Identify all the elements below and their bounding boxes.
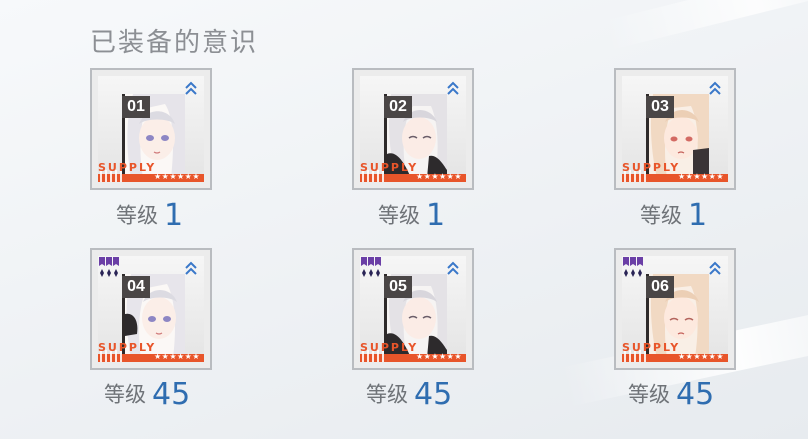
double-chevron-up-icon[interactable] [446,260,460,276]
star-rating: ★★★★★★ [677,352,724,361]
level-value: 1 [688,197,708,233]
supply-tag: SUPPLY [98,341,157,354]
star-rating: ★★★★★★ [153,172,200,181]
level-value: 45 [676,376,715,412]
level-display-2: 等级 1 [378,195,445,235]
level-label: 等级 [104,382,146,407]
level-label: 等级 [640,203,682,228]
memory-card-6[interactable]: 06 SUPPLY ★★★★★★ [614,248,736,370]
level-label: 等级 [378,203,420,228]
supply-tag: SUPPLY [360,341,419,354]
star-rating: ★★★★★★ [415,352,462,361]
level-label: 等级 [116,203,158,228]
card-body: 05 SUPPLY ★★★★★★ [360,256,466,362]
card-body: 04 SUPPLY ★★★★★★ [98,256,204,362]
memory-card-2[interactable]: 02 SUPPLY ★★★★★★ [352,68,474,190]
star-rating: ★★★★★★ [677,172,724,181]
level-display-4: 等级 45 [104,374,190,414]
card-body: 01 SUPPLY ★★★★★★ [98,76,204,182]
level-label: 等级 [628,382,670,407]
purple-rank-badge-icon [361,257,381,277]
memory-card-5[interactable]: 05 SUPPLY ★★★★★★ [352,248,474,370]
star-rating: ★★★★★★ [415,172,462,181]
level-display-5: 等级 45 [366,374,452,414]
level-value: 1 [426,197,446,233]
card-number: 03 [646,96,674,118]
supply-tag: SUPPLY [622,161,681,174]
level-value: 45 [152,376,191,412]
level-label: 等级 [366,382,408,407]
double-chevron-up-icon[interactable] [708,260,722,276]
card-number: 02 [384,96,412,118]
memory-card-1[interactable]: 01 SUPPLY ★★★★★★ [90,68,212,190]
card-body: 02 SUPPLY ★★★★★★ [360,76,466,182]
background-light-streak [600,0,808,52]
double-chevron-up-icon[interactable] [446,80,460,96]
double-chevron-up-icon[interactable] [184,80,198,96]
card-number: 01 [122,96,150,118]
double-chevron-up-icon[interactable] [708,80,722,96]
card-number: 05 [384,276,412,298]
memory-card-3[interactable]: 03 SUPPLY ★★★★★★ [614,68,736,190]
level-value: 45 [414,376,453,412]
level-display-6: 等级 45 [628,374,714,414]
purple-rank-badge-icon [623,257,643,277]
supply-tag: SUPPLY [622,341,681,354]
level-display-3: 等级 1 [640,195,707,235]
supply-tag: SUPPLY [98,161,157,174]
level-value: 1 [164,197,184,233]
card-body: 06 SUPPLY ★★★★★★ [622,256,728,362]
card-number: 04 [122,276,150,298]
purple-rank-badge-icon [99,257,119,277]
card-body: 03 SUPPLY ★★★★★★ [622,76,728,182]
double-chevron-up-icon[interactable] [184,260,198,276]
section-title: 已装备的意识 [90,28,259,58]
star-rating: ★★★★★★ [153,352,200,361]
level-display-1: 等级 1 [116,195,183,235]
card-number: 06 [646,276,674,298]
memory-card-4[interactable]: 04 SUPPLY ★★★★★★ [90,248,212,370]
supply-tag: SUPPLY [360,161,419,174]
